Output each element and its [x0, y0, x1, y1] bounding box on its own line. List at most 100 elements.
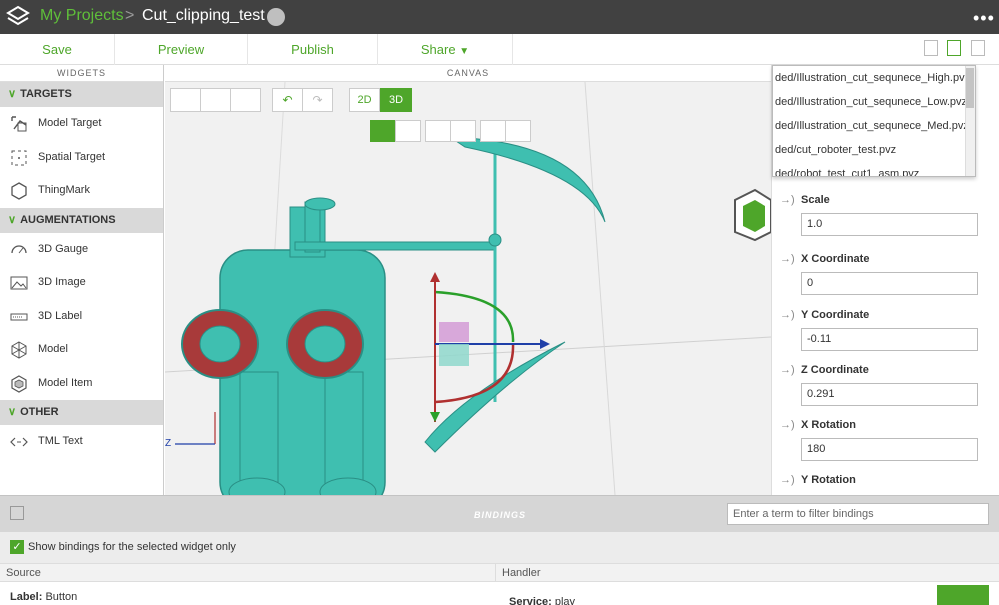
binding-arrow-icon[interactable]: →): [780, 415, 795, 435]
widget-label: ThingMark: [38, 184, 90, 196]
label-icon: [10, 313, 28, 320]
breadcrumb-separator: >: [125, 7, 135, 24]
cut-icon[interactable]: [170, 88, 201, 112]
widget-thingmark[interactable]: ThingMark: [0, 174, 163, 208]
widget-3d-gauge[interactable]: 3D Gauge: [0, 233, 163, 267]
show-selected-row: ✓ Show bindings for the selected widget …: [0, 532, 999, 563]
widget-model[interactable]: Model: [0, 333, 163, 367]
image-icon: [10, 276, 28, 290]
prop-label: X Coordinate: [801, 253, 870, 265]
z-coordinate-input[interactable]: 0.291: [801, 383, 978, 406]
binding-arrow-icon[interactable]: →): [780, 360, 795, 380]
widget-label: Model: [38, 343, 68, 355]
mode-3d-button[interactable]: 3D: [380, 88, 412, 112]
widget-3d-label[interactable]: 3D Label: [0, 300, 163, 334]
show-selected-checkbox[interactable]: ✓: [10, 540, 24, 554]
prop-z-coordinate: →) Z Coordinate 0.291: [780, 360, 980, 406]
paste-icon[interactable]: [230, 88, 261, 112]
scale-input[interactable]: 1.0: [801, 213, 978, 236]
bindings-table: Source Handler Label: Button Service: pl…: [0, 563, 999, 605]
zoom-fit-icon[interactable]: [425, 120, 451, 142]
dropdown-option[interactable]: ded/Illustration_cut_sequnece_High.pvz: [773, 66, 975, 90]
dropdown-option[interactable]: ded/robot_test_cut1_asm.pvz: [773, 162, 975, 176]
widgets-panel: WIDGETS ∨ TARGETS Model Target Spatial Ta…: [0, 65, 164, 495]
binding-arrow-icon[interactable]: →): [780, 190, 795, 210]
save-button[interactable]: Save: [0, 34, 115, 65]
publish-button[interactable]: Publish: [248, 34, 378, 65]
undo-icon[interactable]: ↶: [272, 88, 303, 112]
popout-icon[interactable]: [10, 506, 24, 520]
breadcrumb-my-projects[interactable]: My Projects: [40, 7, 124, 25]
view-tools: [370, 120, 531, 142]
dropdown-scrollbar[interactable]: [965, 66, 975, 176]
prop-label: Z Coordinate: [801, 364, 869, 376]
project-info-icon[interactable]: [267, 8, 285, 26]
project-title: Cut_clipping_test: [142, 7, 265, 24]
canvas-3d-viewport[interactable]: [165, 82, 771, 495]
more-menu-icon[interactable]: •••: [973, 8, 995, 29]
section-other[interactable]: ∨ OTHER: [0, 400, 163, 425]
hide-icon[interactable]: [480, 120, 506, 142]
prop-scale: →) Scale 1.0: [780, 190, 980, 236]
binding-arrow-icon[interactable]: →): [780, 305, 795, 325]
x-rotation-input[interactable]: 180: [801, 438, 978, 461]
section-label: AUGMENTATIONS: [20, 213, 116, 226]
scroll-thumb[interactable]: [966, 68, 974, 108]
column-source: Source: [0, 564, 496, 582]
share-button[interactable]: Share ▼: [378, 34, 513, 65]
widget-3d-image[interactable]: 3D Image: [0, 266, 163, 300]
redo-icon[interactable]: ↷: [302, 88, 333, 112]
widget-tml-text[interactable]: TML Text: [0, 425, 163, 459]
dropdown-option[interactable]: ded/Illustration_cut_sequnece_Low.pvz: [773, 90, 975, 114]
preview-button[interactable]: Preview: [115, 34, 248, 65]
prop-label: Y Coordinate: [801, 309, 870, 321]
tml-icon: [10, 437, 28, 447]
delete-binding-button[interactable]: [937, 585, 989, 605]
section-augmentations[interactable]: ∨ AUGMENTATIONS: [0, 207, 163, 233]
source-value: Button: [45, 591, 78, 603]
outline-view-icon[interactable]: [395, 120, 421, 142]
layout-right-panel-icon[interactable]: [970, 40, 985, 56]
binding-arrow-icon[interactable]: →): [780, 470, 795, 490]
model-item-icon: [11, 374, 27, 393]
dropdown-option[interactable]: ded/cut_roboter_test.pvz: [773, 138, 975, 162]
section-label: OTHER: [20, 406, 59, 418]
section-targets[interactable]: ∨ TARGETS: [0, 82, 163, 107]
binding-arrow-icon[interactable]: →): [780, 249, 795, 269]
prop-label: Scale: [801, 194, 830, 206]
binding-source-cell[interactable]: Label: Button: [10, 591, 77, 603]
canvas-edit-tools: [170, 88, 261, 112]
top-bar: My Projects > Cut_clipping_test •••: [0, 0, 999, 34]
prop-x-coordinate: →) X Coordinate 0: [780, 249, 980, 295]
widget-label: 3D Label: [38, 309, 83, 322]
widget-model-target[interactable]: Model Target: [0, 107, 163, 141]
cube-view-icon[interactable]: [370, 120, 396, 142]
binding-handler-cell[interactable]: Service: play: [509, 596, 575, 605]
mode-2d-button[interactable]: 2D: [349, 88, 380, 112]
widget-model-item[interactable]: Model Item: [0, 367, 163, 401]
gauge-icon: [11, 244, 27, 253]
show-icon[interactable]: [505, 120, 531, 142]
layout-left-panel-icon[interactable]: [924, 40, 938, 56]
spatial-target-icon: [11, 150, 27, 165]
handler-key: Service:: [509, 596, 552, 605]
source-key: Label:: [10, 591, 43, 603]
app-logo-icon[interactable]: [6, 5, 30, 29]
share-label: Share: [420, 42, 456, 57]
prop-label: X Rotation: [801, 419, 856, 431]
widget-label: Spatial Target: [38, 150, 106, 163]
widget-label: 3D Gauge: [38, 242, 89, 255]
thingmark-icon: [11, 182, 27, 200]
show-selected-label: Show bindings for the selected widget on…: [28, 541, 236, 553]
layout-bottom-panel-icon[interactable]: [947, 40, 962, 56]
prop-y-coordinate: →) Y Coordinate -0.11: [780, 305, 980, 351]
copy-icon[interactable]: [200, 88, 231, 112]
resource-dropdown-list[interactable]: ded/Illustration_cut_sequnece_High.pvz d…: [772, 65, 976, 177]
dropdown-option[interactable]: ded/Illustration_cut_sequnece_Med.pvz: [773, 114, 975, 138]
widget-spatial-target[interactable]: Spatial Target: [0, 141, 163, 175]
y-coordinate-input[interactable]: -0.11: [801, 328, 978, 351]
bindings-filter-input[interactable]: Enter a term to filter bindings: [727, 503, 989, 525]
zoom-selected-icon[interactable]: [450, 120, 476, 142]
x-coordinate-input[interactable]: 0: [801, 272, 978, 295]
widget-label: Model Item: [38, 376, 93, 389]
